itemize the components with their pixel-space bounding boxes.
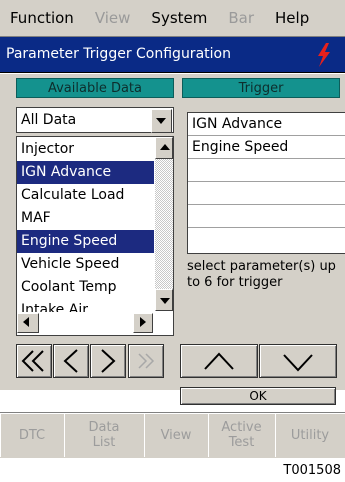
trigger-row[interactable] — [188, 228, 345, 251]
scroll-up-button[interactable] — [155, 137, 173, 159]
triangle-up-icon — [160, 144, 170, 150]
tab-utility[interactable]: Utility — [275, 413, 345, 457]
horizontal-scroll-track[interactable] — [39, 314, 133, 332]
trigger-row[interactable]: IGN Advance — [188, 113, 345, 136]
triangle-down-icon — [156, 118, 166, 124]
menu-help[interactable]: Help — [265, 9, 320, 27]
trigger-row[interactable]: Engine Speed — [188, 136, 345, 159]
double-chevron-left-icon — [21, 350, 44, 372]
triangle-left-icon — [23, 317, 29, 327]
trigger-row[interactable] — [188, 159, 345, 182]
scroll-left-button[interactable] — [17, 313, 39, 333]
chevron-right-icon — [101, 349, 116, 373]
list-vertical-scrollbar[interactable] — [155, 137, 173, 311]
tab-data-list[interactable]: Data List — [64, 413, 145, 457]
move-down-button[interactable] — [259, 344, 337, 378]
dropdown-value: All Data — [21, 112, 77, 128]
menu-view[interactable]: View — [85, 9, 142, 27]
trigger-row[interactable] — [188, 205, 345, 228]
ok-button[interactable]: OK — [180, 387, 336, 405]
scroll-right-button[interactable] — [133, 313, 153, 333]
chevron-down-icon — [283, 354, 313, 372]
tab-dtc[interactable]: DTC — [0, 413, 65, 457]
list-item[interactable]: MAF — [17, 207, 154, 230]
tab-view[interactable]: View — [144, 413, 209, 457]
list-item[interactable]: Intake Air — [17, 299, 154, 313]
last-page-button[interactable] — [128, 344, 164, 378]
menu-bar: Function View System Bar Help — [0, 0, 345, 37]
figure-code: T001508 — [283, 463, 341, 478]
dropdown-button[interactable] — [151, 109, 172, 133]
list-item[interactable]: IGN Advance — [17, 161, 154, 184]
available-data-header: Available Data — [16, 78, 174, 98]
triangle-down-icon — [160, 298, 170, 304]
previous-button[interactable] — [53, 344, 89, 378]
double-chevron-right-icon — [138, 353, 155, 369]
menu-function[interactable]: Function — [0, 9, 85, 27]
scroll-down-button[interactable] — [155, 289, 173, 311]
menu-bar-item[interactable]: Bar — [218, 9, 265, 27]
window-title: Parameter Trigger Configuration — [6, 46, 231, 62]
chevron-left-icon — [63, 349, 78, 373]
trigger-header: Trigger — [182, 78, 340, 98]
trigger-row[interactable] — [188, 182, 345, 205]
move-up-button[interactable] — [180, 344, 258, 378]
list-item[interactable]: Injector — [17, 138, 154, 161]
trigger-hint-text: select parameter(s) up to 6 for trigger — [187, 259, 336, 290]
list-item[interactable]: Coolant Temp — [17, 276, 154, 299]
list-item[interactable]: Calculate Load — [17, 184, 154, 207]
list-item[interactable]: Vehicle Speed — [17, 253, 154, 276]
next-button[interactable] — [90, 344, 126, 378]
menu-system[interactable]: System — [141, 9, 218, 27]
chevron-up-icon — [204, 352, 234, 370]
triangle-right-icon — [140, 317, 146, 327]
list-item[interactable]: Engine Speed — [17, 230, 154, 253]
window-title-bar: Parameter Trigger Configuration — [0, 37, 345, 73]
available-data-list: Injector IGN Advance Calculate Load MAF … — [16, 136, 174, 336]
data-filter-dropdown[interactable]: All Data — [16, 107, 174, 133]
first-page-button[interactable] — [16, 344, 52, 378]
trigger-list: IGN Advance Engine Speed — [187, 112, 345, 254]
tab-active-test[interactable]: Active Test — [208, 413, 276, 457]
lightning-bolt-icon — [318, 43, 330, 67]
